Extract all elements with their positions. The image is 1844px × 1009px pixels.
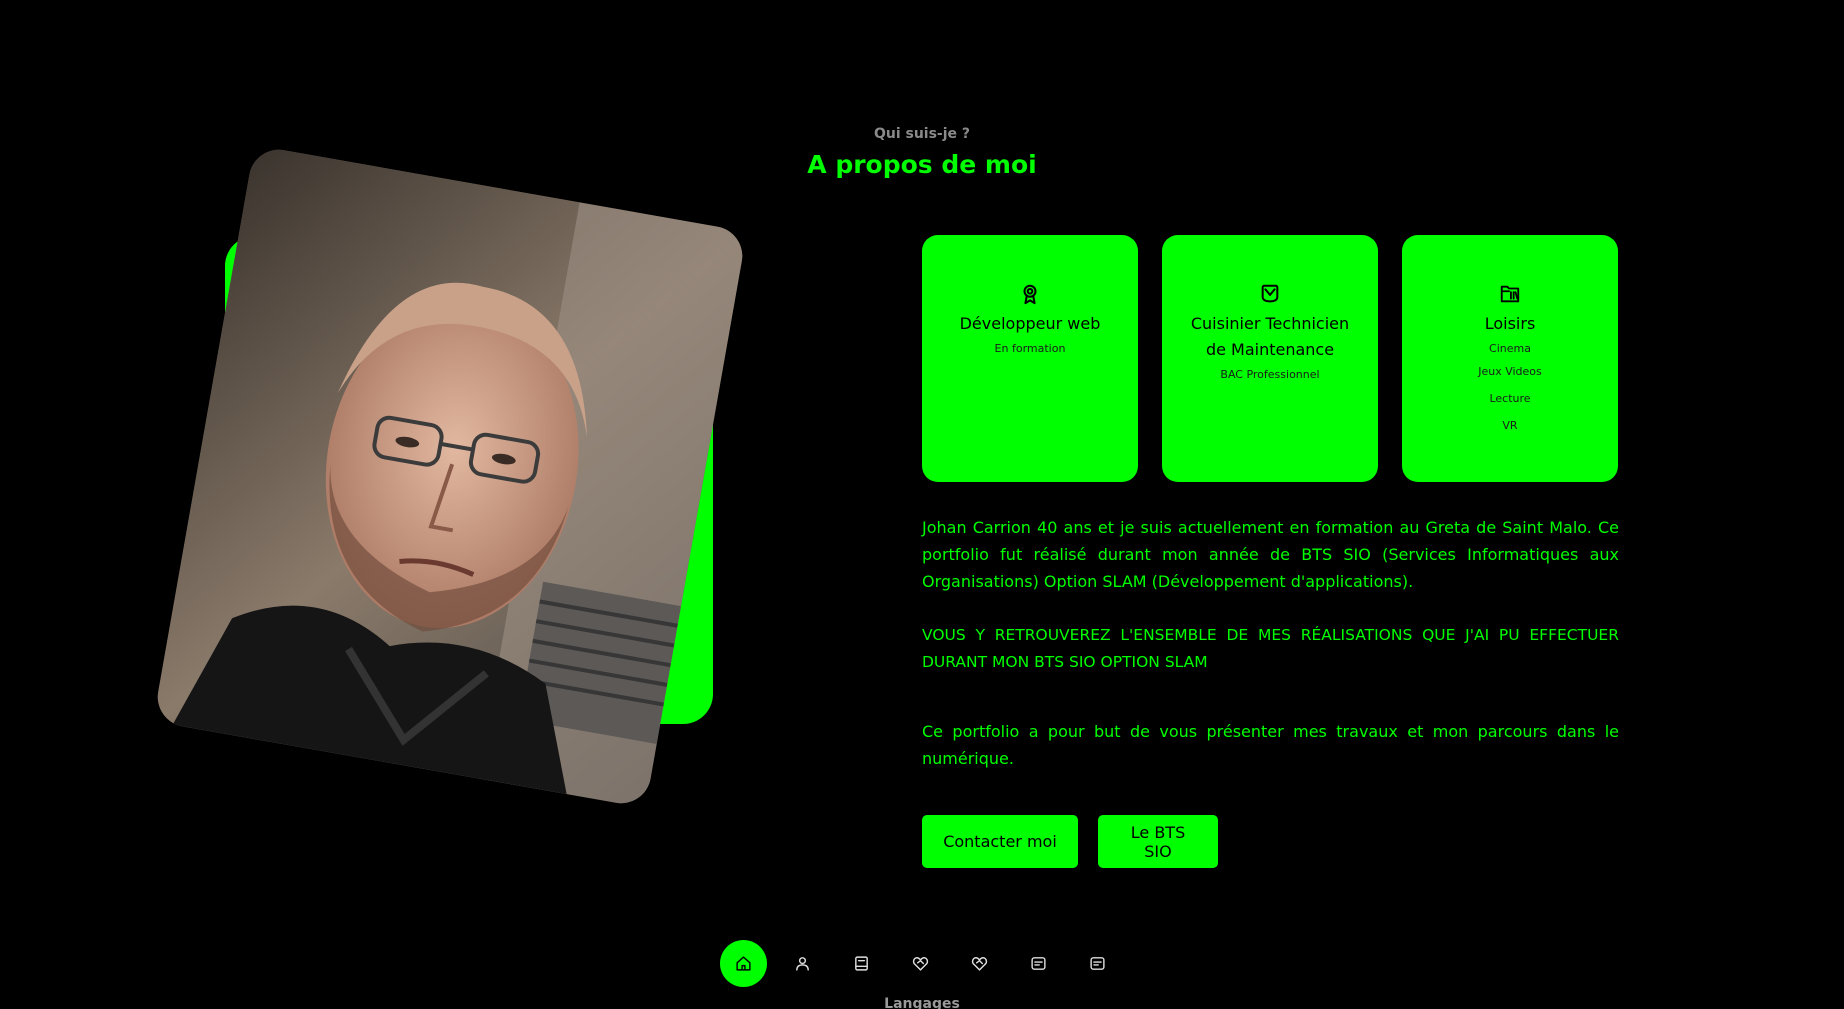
nav-services[interactable] — [956, 940, 1003, 987]
nav-skills[interactable] — [897, 940, 944, 987]
card-subtitle: En formation — [994, 342, 1066, 355]
card-subtitle: Jeux Videos — [1478, 365, 1542, 378]
message-icon — [1090, 957, 1105, 970]
card-subtitle: VR — [1502, 419, 1518, 432]
about-paragraph-achievements: VOUS Y RETROUVEREZ L'ENSEMBLE DE MES RÉA… — [922, 626, 1619, 671]
nav-contact[interactable] — [1074, 940, 1121, 987]
page: Qui suis-je ? A propos de moi Développeu… — [0, 0, 1844, 1009]
card-cook-technician: Cuisinier Technicien de Maintenance BAC … — [1162, 235, 1378, 482]
chef-icon — [1261, 284, 1279, 303]
next-section-title: Langages — [884, 996, 960, 1009]
book-icon — [855, 956, 868, 971]
card-hobbies: Loisirs Cinema Jeux Videos Lecture VR — [1402, 235, 1618, 482]
card-title: Loisirs — [1484, 314, 1536, 333]
nav-messages[interactable] — [1015, 940, 1062, 987]
contact-button[interactable]: Contacter moi — [922, 815, 1078, 868]
card-subtitle: BAC Professionnel — [1220, 368, 1320, 381]
profile-photo — [153, 145, 747, 808]
heart-handshake-icon — [971, 957, 988, 971]
message-icon — [1031, 957, 1046, 970]
card-web-developer: Développeur web En formation — [922, 235, 1138, 482]
section-subtitle: Qui suis-je ? — [873, 126, 971, 142]
card-title: Cuisinier Technicien de Maintenance — [1190, 314, 1350, 359]
award-icon — [1023, 284, 1037, 305]
card-subtitle: Cinema — [1489, 342, 1531, 355]
nav-home[interactable] — [720, 940, 767, 987]
library-icon — [1500, 285, 1520, 303]
nav-about[interactable] — [779, 940, 826, 987]
about-paragraph-goal: Ce portfolio a pour but de vous présente… — [922, 722, 1619, 768]
bts-sio-button[interactable]: Le BTS SIO — [1098, 815, 1218, 868]
about-paragraph-intro: Johan Carrion 40 ans et je suis actuelle… — [922, 518, 1619, 591]
bottom-nav — [720, 940, 1121, 987]
heart-handshake-icon — [912, 957, 929, 971]
nav-book[interactable] — [838, 940, 885, 987]
card-subtitle: Lecture — [1489, 392, 1531, 405]
info-cards: Développeur web En formation Cuisinier T… — [922, 235, 1618, 482]
user-icon — [796, 957, 809, 971]
home-icon — [736, 956, 751, 971]
card-title: Développeur web — [959, 314, 1101, 333]
